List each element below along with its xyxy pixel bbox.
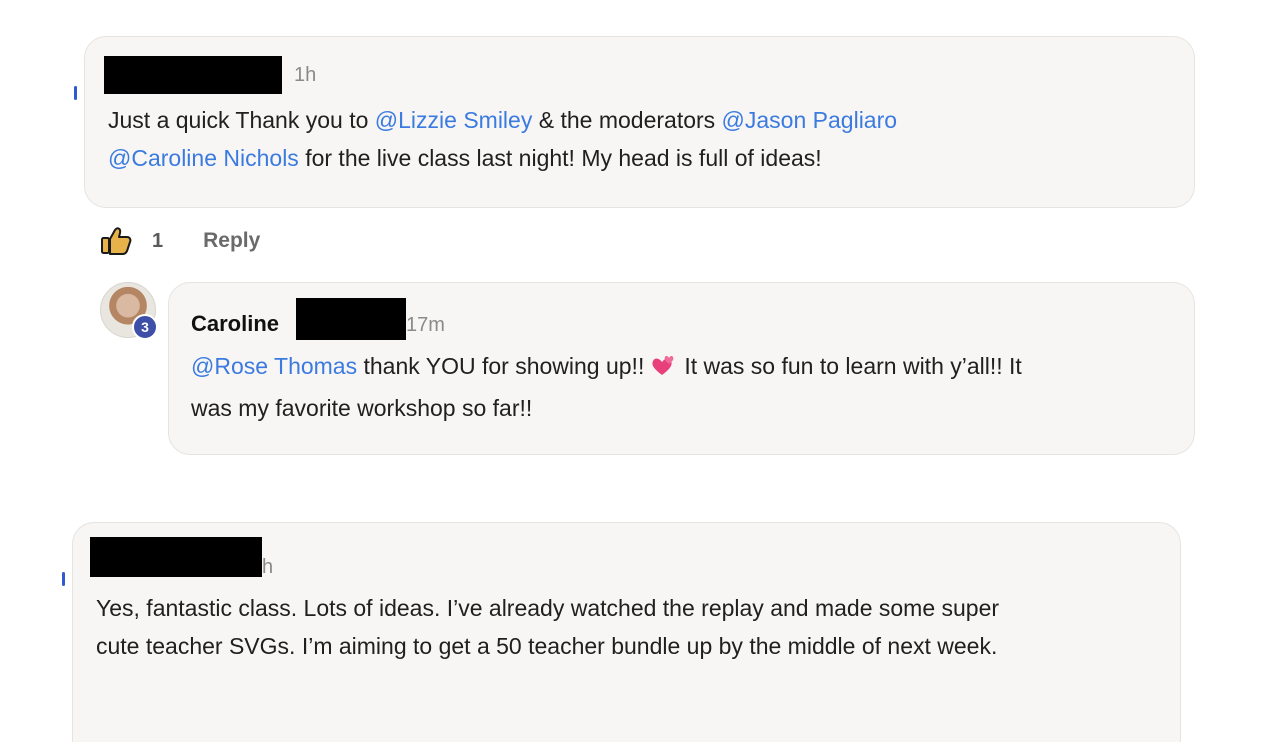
- mention-link[interactable]: @Jason Pagliaro: [722, 107, 898, 133]
- two-hearts-icon: [650, 351, 676, 389]
- thread-edge-marker: [74, 86, 77, 100]
- comment-timestamp: 17m: [406, 314, 445, 336]
- mention-link[interactable]: @Caroline Nichols: [108, 145, 299, 171]
- redacted-author-surname: [296, 298, 406, 340]
- comment-timestamp: 1h: [294, 64, 317, 86]
- redacted-author-name: [90, 537, 262, 577]
- reply-button[interactable]: Reply: [203, 229, 260, 253]
- mention-link[interactable]: @Rose Thomas: [191, 353, 357, 379]
- like-button[interactable]: 1: [100, 226, 163, 256]
- comment-body: Yes, fantastic class. Lots of ideas. I’v…: [96, 595, 1000, 659]
- redacted-author-name: [104, 56, 282, 94]
- like-count: 1: [152, 229, 164, 252]
- mention-link[interactable]: @Lizzie Smiley: [375, 107, 533, 133]
- author-name[interactable]: Caroline: [191, 311, 279, 337]
- thumbs-up-icon: [101, 227, 132, 255]
- avatar-level-badge: 3: [132, 314, 158, 340]
- comment-actions: 1 Reply: [100, 224, 260, 258]
- comment-timestamp: h: [262, 556, 274, 578]
- comment-body: Just a quick Thank you to @Lizzie Smiley…: [108, 107, 898, 171]
- comment-body: @Rose Thomas thank YOU for showing up!! I…: [191, 351, 1022, 421]
- thread-edge-marker: [62, 572, 65, 586]
